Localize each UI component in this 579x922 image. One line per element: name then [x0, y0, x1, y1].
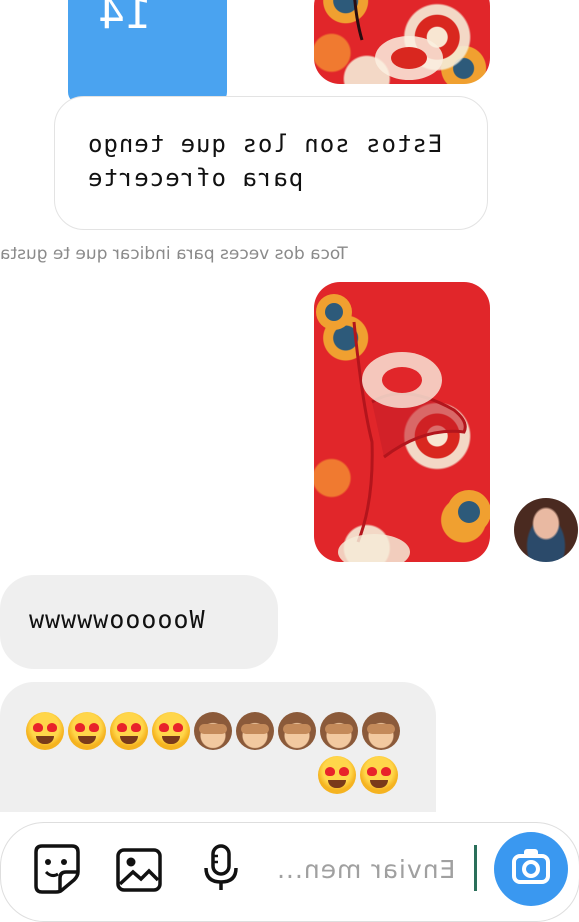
- shared-post-number: 14: [98, 0, 152, 38]
- see-no-evil-monkey-icon: [320, 712, 358, 750]
- emoji-row-1: [26, 712, 400, 750]
- heart-eyes-icon: [318, 756, 356, 794]
- see-no-evil-monkey-icon: [362, 712, 400, 750]
- outgoing-message-text: Estos son los que tengo para ofrecerte: [87, 130, 443, 192]
- heart-eyes-icon: [152, 712, 190, 750]
- outgoing-message-bubble[interactable]: Estos son los que tengo para ofrecerte: [54, 96, 488, 230]
- photo-message[interactable]: [314, 282, 490, 562]
- heart-eyes-icon: [360, 756, 398, 794]
- message-input[interactable]: Enviar men...: [276, 855, 455, 884]
- photo-message-top[interactable]: [314, 0, 490, 84]
- sticker-button[interactable]: [32, 842, 82, 894]
- microphone-icon: [204, 844, 238, 890]
- emoji-row-2: [318, 756, 398, 794]
- gallery-icon: [116, 848, 162, 892]
- shared-post-card[interactable]: 14: [68, 0, 227, 104]
- double-tap-hint: Toca dos veces para indicar que te gusta: [0, 244, 500, 264]
- microphone-button[interactable]: [196, 842, 246, 894]
- heart-eyes-icon: [26, 712, 64, 750]
- photo-detail: [353, 0, 443, 80]
- contact-avatar[interactable]: [514, 498, 578, 562]
- double-tap-hint-text: Toca dos veces para indicar que te gusta: [0, 244, 348, 264]
- sticker-icon: [34, 844, 80, 894]
- heart-eyes-icon: [110, 712, 148, 750]
- lingerie-photo-detail: [316, 294, 490, 562]
- camera-button[interactable]: [494, 832, 568, 906]
- see-no-evil-monkey-icon: [278, 712, 316, 750]
- incoming-message-text: Wooooowwwww: [28, 605, 205, 634]
- incoming-message-bubble[interactable]: Wooooowwwww: [0, 575, 278, 669]
- see-no-evil-monkey-icon: [194, 712, 232, 750]
- see-no-evil-monkey-icon: [236, 712, 274, 750]
- text-cursor: [474, 845, 477, 891]
- heart-eyes-icon: [68, 712, 106, 750]
- gallery-button[interactable]: [114, 844, 164, 896]
